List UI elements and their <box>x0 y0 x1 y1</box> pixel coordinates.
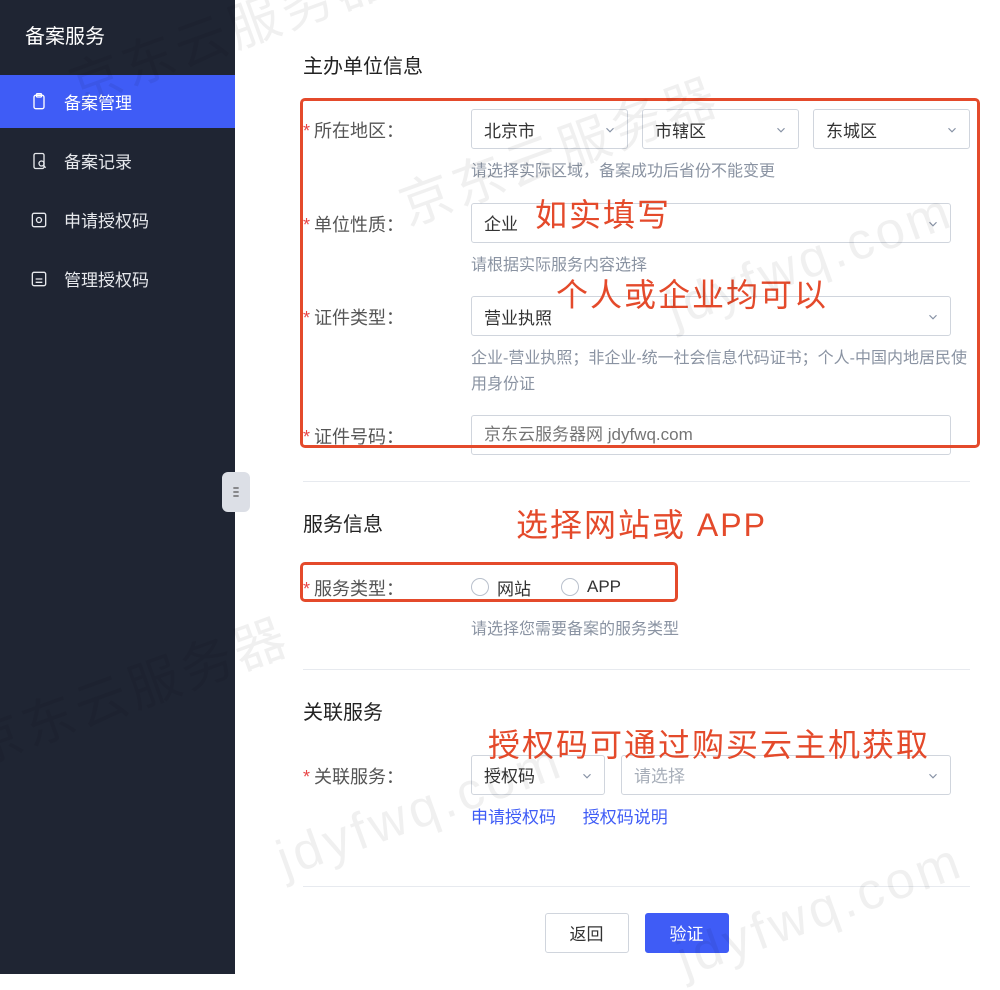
select-nature[interactable]: 企业 <box>471 203 951 243</box>
label-nature: *单位性质： <box>303 203 471 237</box>
verify-button[interactable]: 验证 <box>645 913 729 953</box>
select-placeholder: 请选择 <box>634 762 685 787</box>
section-title-service: 服务信息 <box>303 508 970 537</box>
select-cert-type[interactable]: 营业执照 <box>471 296 951 336</box>
nav-item-manage-code[interactable]: 管理授权码 <box>0 252 235 305</box>
chevron-down-icon <box>945 122 959 136</box>
radio-icon <box>471 578 489 596</box>
hint-region: 请选择实际区域，备案成功后省份不能变更 <box>471 159 970 185</box>
row-service-type: *服务类型： 网站 APP 请选择您需要备案的服务类型 <box>303 567 970 643</box>
select-auth-code[interactable]: 授权码 <box>471 755 605 795</box>
radio-app[interactable]: APP <box>561 577 621 597</box>
row-nature: *单位性质： 企业 请根据实际服务内容选择 <box>303 203 970 279</box>
radio-website[interactable]: 网站 <box>471 575 531 600</box>
manage-code-icon <box>28 268 50 290</box>
nav-item-manage[interactable]: 备案管理 <box>0 75 235 128</box>
select-province[interactable]: 北京市 <box>471 109 628 149</box>
radio-icon <box>561 578 579 596</box>
select-value: 营业执照 <box>484 304 552 329</box>
label-region: *所在地区： <box>303 109 471 143</box>
hint-cert-type: 企业-营业执照；非企业-统一社会信息代码证书；个人-中国内地居民使用身份证 <box>471 346 970 397</box>
row-assoc: *关联服务： 授权码 请选择 申请授权码 授权码说明 <box>303 755 970 828</box>
nav-item-label: 管理授权码 <box>64 266 149 291</box>
sidebar: 备案服务 备案管理 备案记录 申请授权码 管理授权码 <box>0 0 235 974</box>
divider <box>303 669 970 670</box>
main-content: 主办单位信息 *所在地区： 北京市 市辖区 东城区 <box>235 0 1000 974</box>
nav-item-label: 备案记录 <box>64 148 132 173</box>
hint-service-type: 请选择您需要备案的服务类型 <box>471 617 970 643</box>
sidebar-collapse-handle[interactable] <box>222 472 250 512</box>
chevron-down-icon <box>926 309 940 323</box>
select-city[interactable]: 市辖区 <box>642 109 799 149</box>
hint-nature: 请根据实际服务内容选择 <box>471 253 970 279</box>
label-cert-type: *证件类型： <box>303 296 471 330</box>
select-value: 市辖区 <box>655 117 706 142</box>
select-value: 授权码 <box>484 762 535 787</box>
input-cert-no[interactable] <box>471 415 951 455</box>
section-title-assoc: 关联服务 <box>303 696 970 725</box>
row-cert-type: *证件类型： 营业执照 企业-营业执照；非企业-统一社会信息代码证书；个人-中国… <box>303 296 970 397</box>
chevron-down-icon <box>580 768 594 782</box>
divider <box>303 481 970 482</box>
code-icon <box>28 209 50 231</box>
select-value: 企业 <box>484 210 518 235</box>
chevron-down-icon <box>774 122 788 136</box>
nav-item-label: 备案管理 <box>64 89 132 114</box>
row-region: *所在地区： 北京市 市辖区 东城区 请选择实际区域 <box>303 109 970 185</box>
select-value: 东城区 <box>826 117 877 142</box>
label-service-type: *服务类型： <box>303 567 471 601</box>
chevron-down-icon <box>926 768 940 782</box>
nav-item-records[interactable]: 备案记录 <box>0 134 235 187</box>
back-button[interactable]: 返回 <box>545 913 629 953</box>
search-doc-icon <box>28 150 50 172</box>
clipboard-icon <box>28 91 50 113</box>
link-code-desc[interactable]: 授权码说明 <box>583 808 668 827</box>
nav-item-label: 申请授权码 <box>64 207 149 232</box>
sidebar-title: 备案服务 <box>0 0 235 69</box>
row-cert-no: *证件号码： <box>303 415 970 455</box>
select-district[interactable]: 东城区 <box>813 109 970 149</box>
chevron-down-icon <box>603 122 617 136</box>
select-value: 北京市 <box>484 117 535 142</box>
select-auth-value[interactable]: 请选择 <box>621 755 951 795</box>
section-title-org: 主办单位信息 <box>303 50 970 79</box>
label-cert-no: *证件号码： <box>303 415 471 449</box>
button-bar: 返回 验证 <box>303 886 970 953</box>
link-apply-code[interactable]: 申请授权码 <box>471 808 556 827</box>
nav-item-apply-code[interactable]: 申请授权码 <box>0 193 235 246</box>
chevron-down-icon <box>926 216 940 230</box>
label-assoc: *关联服务： <box>303 755 471 789</box>
